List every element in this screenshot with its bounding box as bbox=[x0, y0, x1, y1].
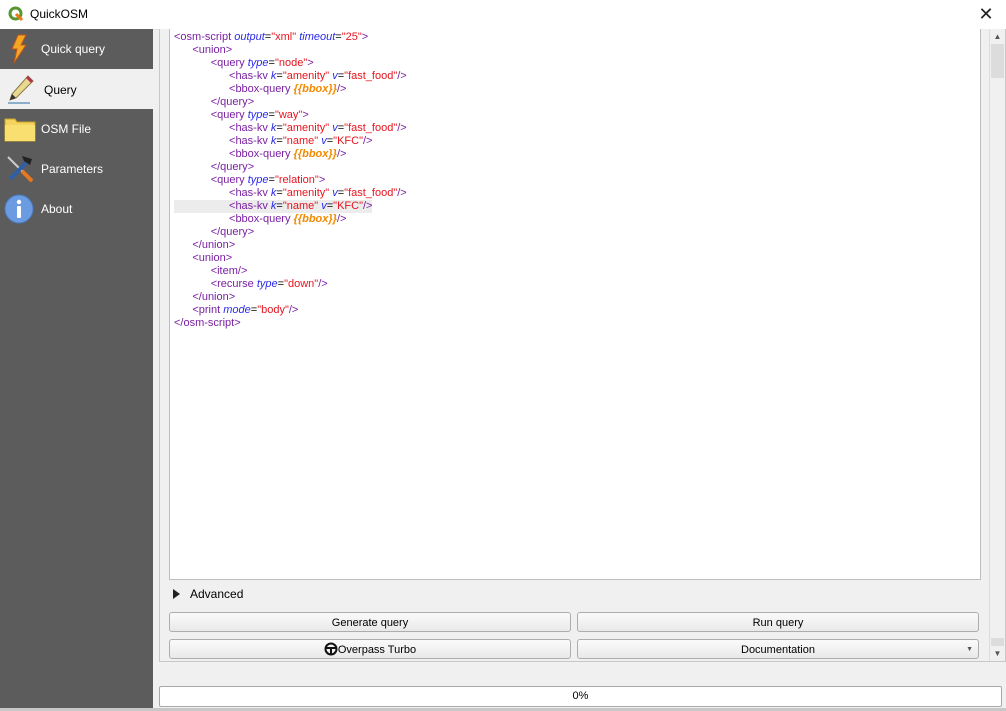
steering-wheel-icon bbox=[324, 642, 338, 656]
documentation-label: Documentation bbox=[741, 644, 815, 656]
code-line: </union> bbox=[192, 291, 236, 303]
code-line: <bbox-query {{bbox}}/> bbox=[229, 213, 347, 225]
tools-icon bbox=[7, 156, 34, 183]
code-line: <print mode="body"/> bbox=[192, 304, 299, 316]
code-line: <recurse type="down"/> bbox=[210, 278, 328, 290]
code-line: </osm-script> bbox=[174, 317, 241, 329]
code-line: <union> bbox=[192, 252, 233, 264]
code-line: <has-kv k="name" v="KFC"/> bbox=[174, 200, 373, 213]
vertical-scrollbar[interactable]: ▲ ▼ bbox=[989, 29, 1005, 661]
chevron-down-icon: ▼ bbox=[966, 646, 973, 653]
generate-query-button[interactable]: Generate query bbox=[169, 612, 571, 632]
sidebar-item-label: Query bbox=[44, 83, 77, 97]
sidebar-item-label: Quick query bbox=[41, 42, 106, 56]
folder-icon bbox=[4, 118, 36, 142]
code-line: <item/> bbox=[210, 265, 248, 277]
code-line: <bbox-query {{bbox}}/> bbox=[229, 148, 347, 160]
code-line: <osm-script output="xml" timeout="25"> bbox=[174, 31, 369, 43]
sidebar-item-label: About bbox=[41, 202, 73, 216]
sidebar-item-label: OSM File bbox=[41, 122, 92, 136]
scroll-up-icon[interactable]: ▲ bbox=[990, 29, 1005, 44]
sidebar-item-label: Parameters bbox=[41, 162, 104, 176]
expand-arrow-icon bbox=[173, 589, 180, 599]
code-line: <has-kv k="name" v="KFC"/> bbox=[229, 135, 373, 147]
advanced-label: Advanced bbox=[190, 587, 244, 601]
code-line: </query> bbox=[210, 161, 255, 173]
scrollbar-thumb[interactable] bbox=[991, 44, 1004, 78]
window-title: QuickOSM bbox=[30, 7, 89, 21]
code-line: <bbox-query {{bbox}}/> bbox=[229, 83, 347, 95]
code-line: <has-kv k="amenity" v="fast_food"/> bbox=[229, 187, 407, 199]
info-icon bbox=[4, 194, 34, 224]
code-line: <query type="way"> bbox=[210, 109, 309, 121]
generate-query-label: Generate query bbox=[331, 617, 409, 629]
code-line: <query type="node"> bbox=[210, 57, 314, 69]
overpass-turbo-label: Overpass Turbo bbox=[337, 644, 417, 656]
title-bar: QuickOSM ✕ bbox=[0, 0, 1006, 30]
code-line: <has-kv k="amenity" v="fast_food"/> bbox=[229, 70, 407, 82]
qgis-logo-icon bbox=[8, 6, 24, 22]
query-editor[interactable]: <osm-script output="xml" timeout="25"> <… bbox=[169, 29, 981, 580]
lightning-icon bbox=[11, 34, 27, 64]
sidebar-item-osm-file[interactable]: OSM File bbox=[0, 109, 153, 149]
sidebar: Quick query Query OSM File Parameters Ab… bbox=[0, 29, 153, 711]
sidebar-item-query[interactable]: Query bbox=[0, 69, 153, 109]
code-line: <union> bbox=[192, 44, 233, 56]
code-line: </query> bbox=[210, 96, 255, 108]
query-panel: <osm-script output="xml" timeout="25"> <… bbox=[153, 29, 1006, 711]
scroll-down-icon[interactable]: ▼ bbox=[990, 646, 1005, 661]
scrollbar-track bbox=[991, 638, 1004, 646]
code-line: </query> bbox=[210, 226, 255, 238]
pencil-icon bbox=[8, 75, 34, 104]
code-line: </union> bbox=[192, 239, 236, 251]
documentation-dropdown[interactable]: Documentation ▼ bbox=[577, 639, 979, 659]
run-query-button[interactable]: Run query bbox=[577, 612, 979, 632]
progress-bar: 0% bbox=[159, 686, 1002, 707]
run-query-label: Run query bbox=[752, 617, 804, 629]
overpass-turbo-button[interactable]: Overpass Turbo bbox=[169, 639, 571, 659]
sidebar-item-parameters[interactable]: Parameters bbox=[0, 149, 153, 189]
sidebar-item-quick-query[interactable]: Quick query bbox=[0, 29, 153, 69]
code-line: <query type="relation"> bbox=[210, 174, 326, 186]
code-line: <has-kv k="amenity" v="fast_food"/> bbox=[229, 122, 407, 134]
close-icon[interactable]: ✕ bbox=[976, 4, 996, 24]
sidebar-item-about[interactable]: About bbox=[0, 189, 153, 229]
progress-label: 0% bbox=[572, 690, 589, 702]
